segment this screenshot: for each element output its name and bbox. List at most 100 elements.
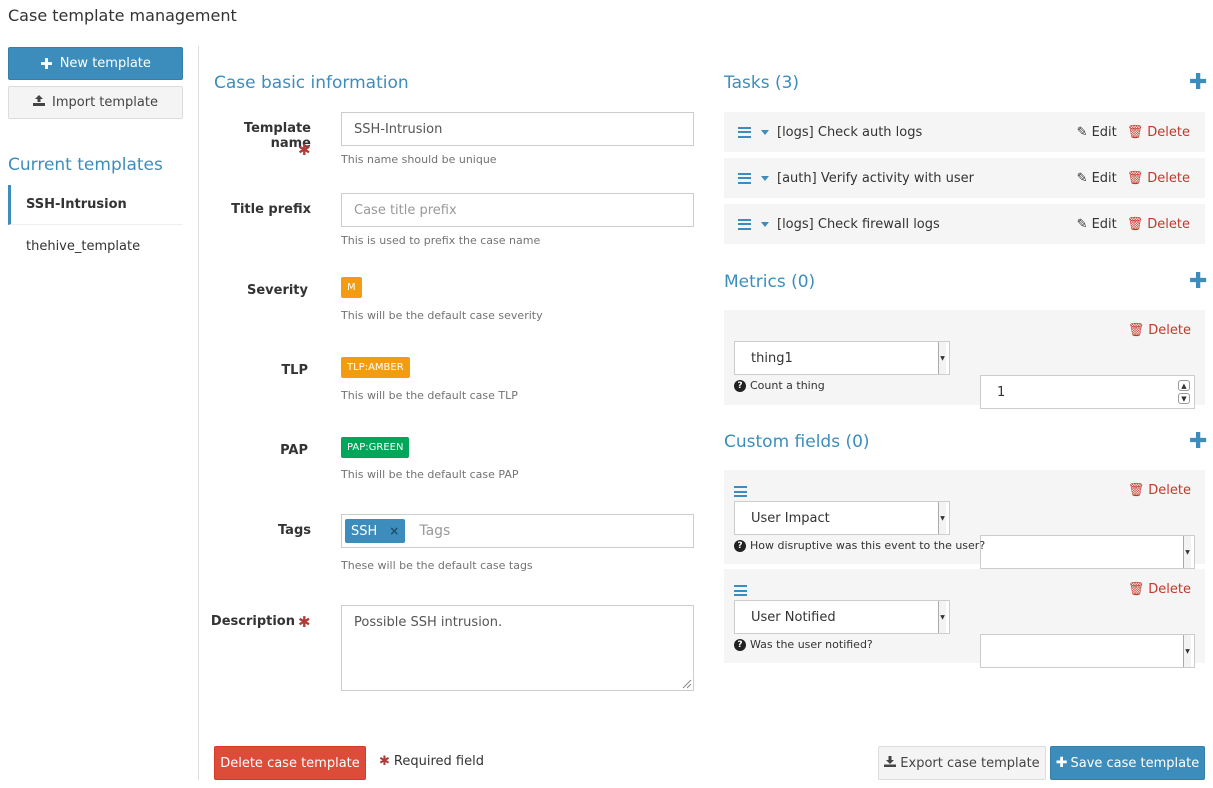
task-row[interactable]: [auth] Verify activity with user ✎ Edit 🗑… (724, 158, 1205, 198)
custom-field-select[interactable]: User Notified ▼ (734, 600, 950, 634)
chevron-down-icon: ▼ (938, 502, 946, 534)
custom-field-help-text: Was the user notified? (750, 638, 873, 651)
delete-template-button[interactable]: Delete case template (214, 746, 366, 780)
custom-field-value-select[interactable]: ▼ (980, 535, 1195, 569)
edit-task-button[interactable]: ✎ Edit (1077, 171, 1117, 186)
tlp-badge[interactable]: TLP:AMBER (341, 357, 410, 378)
chevron-down-icon: ▼ (938, 601, 946, 633)
tag-chip[interactable]: SSH × (345, 519, 406, 543)
delete-label: Delete (1147, 170, 1190, 186)
drag-handle-icon[interactable] (738, 218, 751, 230)
export-template-button[interactable]: Export case template (878, 746, 1046, 780)
sidebar-divider (198, 46, 199, 780)
delete-label: Delete (1147, 124, 1190, 140)
pencil-icon: ✎ (1076, 216, 1088, 232)
question-circle-icon: ? (734, 539, 746, 552)
task-row[interactable]: [logs] Check firewall logs ✎ Edit 🗑 Delete (724, 204, 1205, 244)
custom-field-panel: 🗑 Delete User Notified ▼ ▼ ? Was the user… (724, 569, 1205, 668)
custom-field-value-select[interactable]: ▼ (980, 634, 1195, 668)
tags-input[interactable]: SSH × Tags (341, 514, 694, 548)
drag-handle-icon[interactable] (738, 126, 751, 138)
add-custom-field-icon[interactable]: ✚ (1189, 429, 1207, 454)
resize-handle-icon[interactable] (680, 677, 692, 693)
pap-badge[interactable]: PAP:GREEN (341, 437, 410, 458)
task-row[interactable]: [logs] Check auth logs ✎ Edit 🗑 Delete (724, 112, 1205, 152)
description-textarea[interactable]: Possible SSH intrusion. (341, 605, 694, 691)
chevron-down-icon: ▼ (1183, 536, 1191, 568)
edit-task-button[interactable]: ✎ Edit (1077, 217, 1117, 232)
download-icon (884, 755, 897, 771)
add-metric-icon[interactable]: ✚ (1189, 269, 1207, 294)
metric-select[interactable]: thing1 ▼ (734, 341, 950, 375)
custom-field-help: ? Was the user notified? (734, 638, 873, 651)
metric-panel: 🗑 Delete thing1 ▼ 1 ▲ ▼ ? Count a thing (724, 310, 1205, 409)
upload-icon (33, 95, 46, 110)
required-field-text: Required field (393, 754, 484, 769)
title-prefix-input[interactable]: Case title prefix (341, 193, 694, 227)
new-template-button[interactable]: ✚ New template (8, 47, 183, 80)
tags-help: These will be the default case tags (341, 559, 533, 572)
plus-icon: ✚ (1055, 755, 1068, 771)
drag-handle-icon[interactable] (734, 486, 747, 497)
required-asterisk: ✱ (298, 141, 311, 159)
tlp-label: TLP (281, 363, 308, 378)
delete-custom-field-button[interactable]: 🗑 Delete (1128, 582, 1191, 597)
question-circle-icon: ? (734, 638, 746, 651)
template-name-help: This name should be unique (341, 153, 497, 166)
import-template-label: Import template (52, 95, 158, 110)
severity-label: Severity (246, 283, 308, 298)
delete-custom-field-button[interactable]: 🗑 Delete (1128, 483, 1191, 498)
metric-value-input[interactable]: 1 ▲ ▼ (980, 375, 1195, 409)
pencil-icon: ✎ (1076, 170, 1088, 186)
page-title: Case template management (8, 6, 237, 25)
delete-task-button[interactable]: 🗑 Delete (1127, 171, 1190, 186)
required-field-note: ✱ Required field (379, 754, 484, 769)
edit-task-button[interactable]: ✎ Edit (1077, 125, 1117, 140)
case-basic-info-heading: Case basic information (214, 73, 409, 93)
metric-value: 1 (997, 384, 1006, 400)
plus-icon: ✚ (40, 54, 53, 73)
add-task-icon[interactable]: ✚ (1189, 70, 1207, 95)
delete-label: Delete (1148, 483, 1191, 498)
title-prefix-label: Title prefix (231, 202, 311, 217)
template-name-input[interactable]: SSH-Intrusion (341, 112, 694, 146)
save-template-label: Save case template (1070, 755, 1200, 771)
severity-badge[interactable]: M (341, 277, 362, 298)
template-name-label: Template name (243, 121, 311, 151)
import-template-button[interactable]: Import template (8, 86, 183, 119)
custom-field-panel: 🗑 Delete User Impact ▼ ▼ ? How disruptive… (724, 470, 1205, 569)
custom-field-help-text: How disruptive was this event to the use… (750, 539, 986, 552)
task-title: [logs] Check auth logs (777, 124, 923, 140)
template-item-thehive-template[interactable]: thehive_template (8, 226, 183, 266)
template-item-ssh-intrusion[interactable]: SSH-Intrusion (8, 185, 183, 225)
tasks-heading: Tasks (3) (724, 73, 800, 93)
pencil-icon: ✎ (1076, 124, 1088, 140)
drag-handle-icon[interactable] (738, 172, 751, 184)
custom-field-name: User Impact (751, 510, 830, 526)
custom-field-select[interactable]: User Impact ▼ (734, 501, 950, 535)
severity-help: This will be the default case severity (341, 309, 543, 322)
stepper-icon[interactable]: ▲ ▼ (1178, 380, 1190, 404)
delete-label: Delete (1148, 323, 1191, 338)
pap-help: This will be the default case PAP (341, 468, 519, 481)
chevron-down-icon[interactable] (761, 175, 769, 181)
custom-fields-heading: Custom fields (0) (724, 432, 870, 452)
edit-label: Edit (1091, 216, 1117, 232)
custom-field-name: User Notified (751, 609, 836, 625)
save-template-button[interactable]: ✚ Save case template (1050, 746, 1205, 780)
tags-placeholder: Tags (419, 523, 451, 539)
chevron-down-icon: ▼ (938, 342, 946, 374)
trash-icon: 🗑 (1126, 216, 1144, 232)
delete-metric-button[interactable]: 🗑 Delete (1128, 323, 1191, 338)
delete-task-button[interactable]: 🗑 Delete (1127, 217, 1190, 232)
trash-icon: 🗑 (1126, 124, 1144, 140)
drag-handle-icon[interactable] (734, 585, 747, 596)
chevron-down-icon[interactable] (761, 221, 769, 227)
close-icon[interactable]: × (389, 524, 399, 538)
chevron-down-icon[interactable] (761, 129, 769, 135)
delete-task-button[interactable]: 🗑 Delete (1127, 125, 1190, 140)
current-templates-heading: Current templates (8, 155, 163, 175)
edit-label: Edit (1091, 124, 1117, 140)
task-title: [auth] Verify activity with user (777, 170, 974, 186)
export-template-label: Export case template (900, 755, 1040, 771)
